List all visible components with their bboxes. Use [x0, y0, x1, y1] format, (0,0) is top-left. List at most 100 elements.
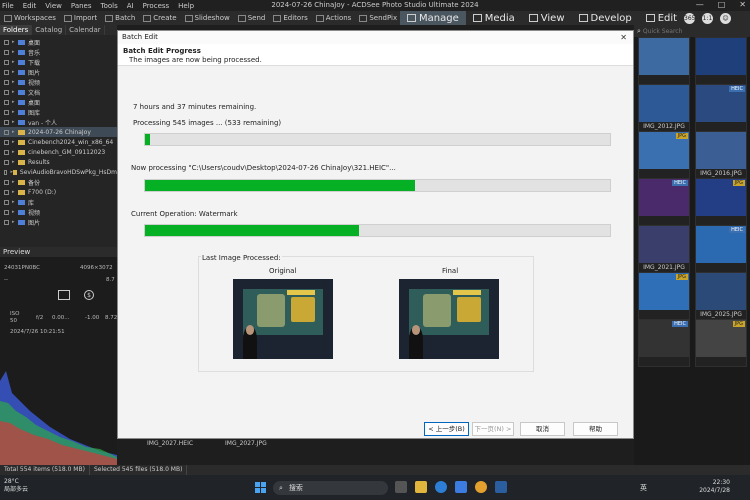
checkbox[interactable] — [4, 209, 9, 215]
folder-tree-item[interactable]: ▸ F700 (D:) — [0, 187, 117, 197]
sendpix-button[interactable]: SendPix — [359, 14, 397, 22]
actions-button[interactable]: Actions — [315, 14, 351, 22]
quick-search-input[interactable] — [642, 26, 738, 36]
checkbox[interactable] — [4, 119, 9, 125]
menu-help[interactable]: Help — [178, 2, 194, 10]
send-button[interactable]: Send — [237, 14, 265, 22]
folder-tree-item[interactable]: ▸ 文档 — [0, 87, 117, 97]
checkbox[interactable] — [4, 189, 9, 195]
checkbox[interactable] — [4, 179, 9, 185]
folder-tree-item[interactable]: ▸ 视频 — [0, 77, 117, 87]
thumbnail[interactable] — [695, 37, 747, 85]
windows-start-icon[interactable] — [255, 482, 266, 493]
back-button[interactable]: < 上一步(B) — [424, 422, 469, 436]
menu-edit[interactable]: Edit — [23, 2, 37, 10]
acdsee-365-icon[interactable]: 365 — [684, 13, 695, 24]
menu-view[interactable]: View — [45, 2, 62, 10]
folder-tree-item[interactable]: ▸ 图库 — [0, 107, 117, 117]
folder-tree-item[interactable]: ▸ 音乐 — [0, 47, 117, 57]
checkbox[interactable] — [4, 59, 9, 65]
folder-tree-item[interactable]: ▸ Results — [0, 157, 117, 167]
tab-folders[interactable]: Folders — [0, 25, 33, 35]
minimize-button[interactable]: — — [696, 0, 704, 9]
checkbox[interactable] — [4, 109, 9, 115]
checkbox[interactable] — [4, 169, 8, 175]
checkbox[interactable] — [4, 79, 9, 85]
workspaces-button[interactable]: Workspaces — [4, 14, 56, 22]
thumbnail[interactable]: JPG — [695, 178, 747, 226]
checkbox[interactable] — [4, 99, 9, 105]
thumbnail[interactable]: JPG — [638, 131, 690, 179]
folder-tree-item[interactable]: ▸ 桌面 — [0, 37, 117, 47]
thumbnail[interactable]: IMG_2021.JPG — [638, 225, 690, 273]
folder-tree-item[interactable]: ▸ 备份 — [0, 177, 117, 187]
chrome-icon[interactable] — [475, 481, 487, 493]
folder-tree-item[interactable]: ▸ 桌面 — [0, 97, 117, 107]
menu-ai[interactable]: AI — [127, 2, 134, 10]
cancel-button[interactable]: 取消 — [520, 422, 565, 436]
checkbox[interactable] — [4, 199, 9, 205]
weather-widget[interactable]: 28°C 局部多云 — [4, 478, 28, 494]
checkbox[interactable] — [4, 89, 9, 95]
thumbnail[interactable]: IMG_2016.JPG — [695, 131, 747, 179]
thumbnail[interactable]: HEIC — [638, 178, 690, 226]
thumbnail[interactable]: JPG — [638, 272, 690, 320]
batch-button[interactable]: Batch — [105, 14, 135, 22]
smiley-icon[interactable]: 😊 — [720, 13, 731, 24]
tab-calendar[interactable]: Calendar — [66, 25, 105, 35]
menu-tools[interactable]: Tools — [101, 2, 118, 10]
checkbox[interactable] — [4, 69, 9, 75]
folder-tree-item[interactable]: ▸ Cinebench2024_win_x86_64 — [0, 137, 117, 147]
thumbnail[interactable]: IMG_2025.JPG — [695, 272, 747, 320]
folder-tree-item[interactable]: ▸ SeviAudioBravoHDSwPkg_HsDm — [0, 167, 117, 177]
folder-tree-item[interactable]: ▸ 图片 — [0, 67, 117, 77]
acdsee-taskbar-icon[interactable] — [495, 481, 507, 493]
close-icon[interactable]: ✕ — [620, 31, 627, 44]
menu-file[interactable]: File — [2, 2, 14, 10]
mode-develop[interactable]: Develop — [572, 11, 639, 25]
mode-edit[interactable]: Edit — [639, 11, 684, 25]
ime-indicator[interactable]: 英 — [640, 483, 647, 493]
thumbnail[interactable]: HEIC — [638, 319, 690, 367]
slideshow-button[interactable]: Slideshow — [184, 14, 230, 22]
file-explorer-icon[interactable] — [415, 481, 427, 493]
folder-tree-item[interactable]: ▸ 2024-07-26 ChinaJoy — [0, 127, 117, 137]
maximize-button[interactable]: □ — [718, 0, 726, 9]
folder-tree-item[interactable]: ▸ 图片 — [0, 217, 117, 227]
menu-panes[interactable]: Panes — [71, 2, 92, 10]
thumbnail[interactable]: JPG — [695, 319, 747, 367]
checkbox[interactable] — [4, 39, 9, 45]
checkbox[interactable] — [4, 139, 9, 145]
mode-media[interactable]: Media — [466, 11, 522, 25]
folder-tree-item[interactable]: ▸ 库 — [0, 197, 117, 207]
menu-process[interactable]: Process — [143, 2, 170, 10]
edge-icon[interactable] — [435, 481, 447, 493]
editors-button[interactable]: Editors — [273, 14, 308, 22]
thumbnail[interactable]: IMG_2012.JPG — [638, 84, 690, 132]
folder-tree-item[interactable]: ▸ 视频 — [0, 207, 117, 217]
thumbnail[interactable] — [638, 37, 690, 85]
checkbox[interactable] — [4, 159, 9, 165]
checkbox[interactable] — [4, 149, 9, 155]
tab-catalog[interactable]: Catalog — [32, 25, 67, 35]
mode-manage[interactable]: Manage — [400, 11, 466, 25]
taskbar-clock[interactable]: 22:30 2024/7/28 — [699, 479, 730, 495]
help-button[interactable]: 帮助 — [573, 422, 618, 436]
checkbox[interactable] — [4, 129, 9, 135]
zoom-actual-icon[interactable]: 1:1 — [702, 13, 713, 24]
mode-view[interactable]: View — [522, 11, 572, 25]
checkbox[interactable] — [4, 219, 9, 225]
create-button[interactable]: Create — [143, 14, 177, 22]
close-window-button[interactable]: ✕ — [739, 0, 746, 9]
taskbar-search[interactable]: ⌕ 搜索 — [273, 481, 388, 495]
store-icon[interactable] — [455, 481, 467, 493]
checkbox[interactable] — [4, 49, 9, 55]
folder-tree-item[interactable]: ▸ van - 个人 — [0, 117, 117, 127]
thumbnail[interactable]: HEIC — [695, 225, 747, 273]
next-button[interactable]: 下一页(N) > — [472, 422, 514, 436]
folder-tree-item[interactable]: ▸ cinebench_GM_09112023 — [0, 147, 117, 157]
taskview-icon[interactable] — [395, 481, 407, 493]
import-button[interactable]: Import — [63, 14, 97, 22]
thumbnail[interactable]: HEIC — [695, 84, 747, 132]
folder-tree-item[interactable]: ▸ 下载 — [0, 57, 117, 67]
